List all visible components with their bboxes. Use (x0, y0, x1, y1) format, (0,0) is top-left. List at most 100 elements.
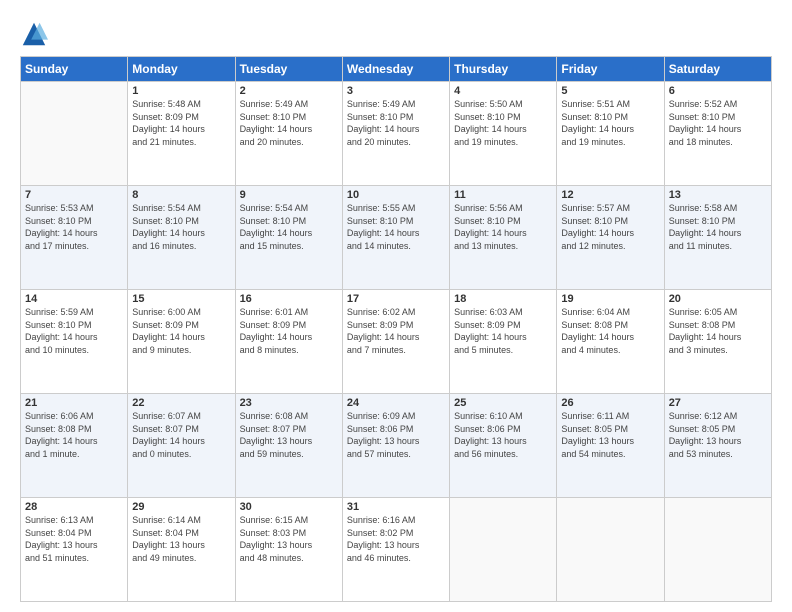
day-number: 15 (132, 293, 230, 305)
calendar-cell: 23Sunrise: 6:08 AM Sunset: 8:07 PM Dayli… (235, 394, 342, 498)
day-number: 14 (25, 293, 123, 305)
calendar-cell: 6Sunrise: 5:52 AM Sunset: 8:10 PM Daylig… (664, 82, 771, 186)
calendar-cell: 2Sunrise: 5:49 AM Sunset: 8:10 PM Daylig… (235, 82, 342, 186)
day-info: Sunrise: 5:58 AM Sunset: 8:10 PM Dayligh… (669, 202, 767, 252)
calendar-cell: 14Sunrise: 5:59 AM Sunset: 8:10 PM Dayli… (21, 290, 128, 394)
day-info: Sunrise: 5:49 AM Sunset: 8:10 PM Dayligh… (347, 98, 445, 148)
calendar-cell: 15Sunrise: 6:00 AM Sunset: 8:09 PM Dayli… (128, 290, 235, 394)
logo (20, 20, 52, 48)
calendar-cell: 30Sunrise: 6:15 AM Sunset: 8:03 PM Dayli… (235, 498, 342, 602)
calendar-cell: 25Sunrise: 6:10 AM Sunset: 8:06 PM Dayli… (450, 394, 557, 498)
col-header-sunday: Sunday (21, 57, 128, 82)
day-info: Sunrise: 6:11 AM Sunset: 8:05 PM Dayligh… (561, 410, 659, 460)
day-info: Sunrise: 6:09 AM Sunset: 8:06 PM Dayligh… (347, 410, 445, 460)
day-number: 23 (240, 397, 338, 409)
day-number: 17 (347, 293, 445, 305)
day-info: Sunrise: 6:14 AM Sunset: 8:04 PM Dayligh… (132, 514, 230, 564)
day-number: 8 (132, 189, 230, 201)
calendar-cell: 22Sunrise: 6:07 AM Sunset: 8:07 PM Dayli… (128, 394, 235, 498)
col-header-thursday: Thursday (450, 57, 557, 82)
calendar-cell: 3Sunrise: 5:49 AM Sunset: 8:10 PM Daylig… (342, 82, 449, 186)
calendar-cell: 27Sunrise: 6:12 AM Sunset: 8:05 PM Dayli… (664, 394, 771, 498)
day-number: 13 (669, 189, 767, 201)
col-header-monday: Monday (128, 57, 235, 82)
day-number: 30 (240, 501, 338, 513)
calendar-cell (450, 498, 557, 602)
calendar-table: SundayMondayTuesdayWednesdayThursdayFrid… (20, 56, 772, 602)
day-info: Sunrise: 5:51 AM Sunset: 8:10 PM Dayligh… (561, 98, 659, 148)
day-info: Sunrise: 5:53 AM Sunset: 8:10 PM Dayligh… (25, 202, 123, 252)
day-number: 4 (454, 85, 552, 97)
day-number: 25 (454, 397, 552, 409)
calendar-cell: 4Sunrise: 5:50 AM Sunset: 8:10 PM Daylig… (450, 82, 557, 186)
day-info: Sunrise: 5:57 AM Sunset: 8:10 PM Dayligh… (561, 202, 659, 252)
day-info: Sunrise: 6:04 AM Sunset: 8:08 PM Dayligh… (561, 306, 659, 356)
day-info: Sunrise: 5:54 AM Sunset: 8:10 PM Dayligh… (240, 202, 338, 252)
col-header-friday: Friday (557, 57, 664, 82)
day-number: 7 (25, 189, 123, 201)
day-info: Sunrise: 6:16 AM Sunset: 8:02 PM Dayligh… (347, 514, 445, 564)
day-info: Sunrise: 6:03 AM Sunset: 8:09 PM Dayligh… (454, 306, 552, 356)
day-info: Sunrise: 6:15 AM Sunset: 8:03 PM Dayligh… (240, 514, 338, 564)
day-number: 31 (347, 501, 445, 513)
day-info: Sunrise: 5:48 AM Sunset: 8:09 PM Dayligh… (132, 98, 230, 148)
calendar-cell: 24Sunrise: 6:09 AM Sunset: 8:06 PM Dayli… (342, 394, 449, 498)
calendar-cell: 21Sunrise: 6:06 AM Sunset: 8:08 PM Dayli… (21, 394, 128, 498)
day-number: 18 (454, 293, 552, 305)
day-info: Sunrise: 6:01 AM Sunset: 8:09 PM Dayligh… (240, 306, 338, 356)
day-number: 22 (132, 397, 230, 409)
calendar-cell: 7Sunrise: 5:53 AM Sunset: 8:10 PM Daylig… (21, 186, 128, 290)
calendar-cell: 17Sunrise: 6:02 AM Sunset: 8:09 PM Dayli… (342, 290, 449, 394)
day-number: 21 (25, 397, 123, 409)
day-number: 1 (132, 85, 230, 97)
calendar-cell (664, 498, 771, 602)
day-number: 24 (347, 397, 445, 409)
day-info: Sunrise: 6:07 AM Sunset: 8:07 PM Dayligh… (132, 410, 230, 460)
calendar-cell (557, 498, 664, 602)
day-info: Sunrise: 6:06 AM Sunset: 8:08 PM Dayligh… (25, 410, 123, 460)
calendar-cell: 11Sunrise: 5:56 AM Sunset: 8:10 PM Dayli… (450, 186, 557, 290)
calendar-cell: 28Sunrise: 6:13 AM Sunset: 8:04 PM Dayli… (21, 498, 128, 602)
logo-icon (20, 20, 48, 48)
day-info: Sunrise: 5:49 AM Sunset: 8:10 PM Dayligh… (240, 98, 338, 148)
day-number: 27 (669, 397, 767, 409)
calendar-cell: 13Sunrise: 5:58 AM Sunset: 8:10 PM Dayli… (664, 186, 771, 290)
calendar-cell: 5Sunrise: 5:51 AM Sunset: 8:10 PM Daylig… (557, 82, 664, 186)
day-number: 28 (25, 501, 123, 513)
day-number: 26 (561, 397, 659, 409)
calendar-cell: 19Sunrise: 6:04 AM Sunset: 8:08 PM Dayli… (557, 290, 664, 394)
calendar-cell: 26Sunrise: 6:11 AM Sunset: 8:05 PM Dayli… (557, 394, 664, 498)
calendar-cell: 12Sunrise: 5:57 AM Sunset: 8:10 PM Dayli… (557, 186, 664, 290)
day-number: 20 (669, 293, 767, 305)
calendar-cell: 29Sunrise: 6:14 AM Sunset: 8:04 PM Dayli… (128, 498, 235, 602)
calendar-cell: 1Sunrise: 5:48 AM Sunset: 8:09 PM Daylig… (128, 82, 235, 186)
day-info: Sunrise: 5:52 AM Sunset: 8:10 PM Dayligh… (669, 98, 767, 148)
col-header-wednesday: Wednesday (342, 57, 449, 82)
day-number: 12 (561, 189, 659, 201)
day-info: Sunrise: 5:55 AM Sunset: 8:10 PM Dayligh… (347, 202, 445, 252)
day-info: Sunrise: 5:59 AM Sunset: 8:10 PM Dayligh… (25, 306, 123, 356)
day-number: 11 (454, 189, 552, 201)
day-info: Sunrise: 6:08 AM Sunset: 8:07 PM Dayligh… (240, 410, 338, 460)
day-number: 2 (240, 85, 338, 97)
calendar-cell: 8Sunrise: 5:54 AM Sunset: 8:10 PM Daylig… (128, 186, 235, 290)
day-number: 5 (561, 85, 659, 97)
day-info: Sunrise: 6:12 AM Sunset: 8:05 PM Dayligh… (669, 410, 767, 460)
calendar-cell: 9Sunrise: 5:54 AM Sunset: 8:10 PM Daylig… (235, 186, 342, 290)
day-info: Sunrise: 6:05 AM Sunset: 8:08 PM Dayligh… (669, 306, 767, 356)
day-number: 16 (240, 293, 338, 305)
day-number: 19 (561, 293, 659, 305)
day-info: Sunrise: 5:50 AM Sunset: 8:10 PM Dayligh… (454, 98, 552, 148)
calendar-cell: 16Sunrise: 6:01 AM Sunset: 8:09 PM Dayli… (235, 290, 342, 394)
day-number: 9 (240, 189, 338, 201)
day-number: 10 (347, 189, 445, 201)
day-number: 29 (132, 501, 230, 513)
day-info: Sunrise: 6:10 AM Sunset: 8:06 PM Dayligh… (454, 410, 552, 460)
header (20, 16, 772, 48)
calendar-cell: 18Sunrise: 6:03 AM Sunset: 8:09 PM Dayli… (450, 290, 557, 394)
page: SundayMondayTuesdayWednesdayThursdayFrid… (0, 0, 792, 612)
day-number: 3 (347, 85, 445, 97)
day-info: Sunrise: 6:13 AM Sunset: 8:04 PM Dayligh… (25, 514, 123, 564)
day-info: Sunrise: 5:56 AM Sunset: 8:10 PM Dayligh… (454, 202, 552, 252)
day-number: 6 (669, 85, 767, 97)
